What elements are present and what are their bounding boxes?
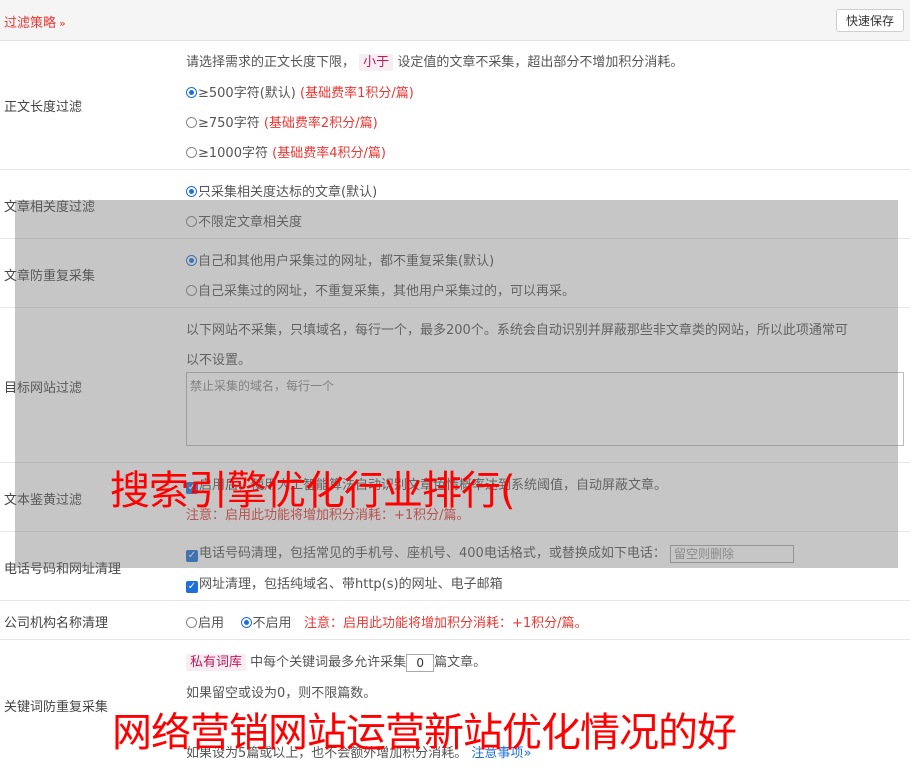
less-than-tag: 小于	[359, 54, 394, 71]
watermark-text-middle: 搜索引擎优化行业排行(	[110, 468, 516, 514]
length-filter-desc: 请选择需求的正文长度下限， 小于 设定值的文章不采集，超出部分不增加积分消耗。	[186, 51, 684, 71]
chevron-down-icon: »	[59, 17, 66, 30]
length-option-1000[interactable]: ≥1000字符 (基础费率4积分/篇)	[186, 142, 386, 161]
option-note: (基础费率2积分/篇)	[263, 116, 378, 131]
keyword-dedup-label: 关键词防重复采集	[4, 700, 109, 715]
keyword-dedup-line1: 私有词库 中每个关键词最多允许采集 0 篇文章。	[186, 651, 486, 672]
option-note: (基础费率4积分/篇)	[272, 146, 386, 161]
relevance-option-1[interactable]: 只采集相关度达标的文章(默认)	[186, 181, 377, 200]
length-filter-label: 正文长度过滤	[4, 100, 83, 115]
length-option-750[interactable]: ≥750字符 (基础费率2积分/篇)	[186, 112, 378, 131]
checkbox-checked-icon[interactable]: ✓	[186, 581, 198, 593]
option-label: 网址清理，包括纯域名、带http(s)的网址、电子邮箱	[199, 577, 503, 592]
org-enable-option[interactable]: 启用	[186, 616, 224, 631]
url-clean-option[interactable]: ✓ 网址清理，包括纯域名、带http(s)的网址、电子邮箱	[186, 573, 503, 593]
radio-selected-icon[interactable]	[186, 186, 197, 197]
option-label: 只采集相关度达标的文章(默认)	[198, 185, 378, 200]
desc-text: 请选择需求的正文长度下限，	[186, 55, 356, 70]
desc-text: 篇文章。	[434, 655, 487, 670]
org-clean-options: 启用 不启用 注意：启用此功能将增加积分消耗：+1积分/篇。	[186, 612, 588, 631]
option-note: (基础费率1积分/篇)	[300, 86, 414, 101]
quick-save-button[interactable]: 快速保存	[836, 9, 904, 32]
private-lexicon-tag: 私有词库	[186, 654, 247, 671]
filter-strategy-header: 过滤策略» 快速保存	[0, 0, 910, 41]
desc-text: 中每个关键词最多允许采集	[250, 655, 407, 670]
org-clean-note: 注意：启用此功能将增加积分消耗：+1积分/篇。	[303, 616, 588, 631]
option-label: 不启用	[252, 616, 292, 631]
radio-selected-icon[interactable]	[186, 87, 197, 98]
option-label: ≥1000字符	[198, 146, 268, 161]
radio-icon[interactable]	[186, 147, 197, 158]
desc-text: 设定值的文章不采集，超出部分不增加积分消耗。	[397, 55, 684, 70]
option-label: ≥500字符(默认)	[198, 86, 296, 101]
radio-selected-icon[interactable]	[240, 617, 252, 628]
section-title-text: 过滤策略	[4, 16, 57, 31]
option-label: 启用	[198, 616, 225, 631]
option-label: ≥750字符	[198, 116, 260, 131]
org-clean-label: 公司机构名称清理	[4, 616, 109, 631]
length-option-500[interactable]: ≥500字符(默认) (基础费率1积分/篇)	[186, 82, 414, 101]
radio-icon[interactable]	[186, 117, 197, 128]
section-title[interactable]: 过滤策略»	[4, 12, 66, 31]
watermark-text-bottom: 网络营销网站运营新站优化情况的好	[112, 710, 737, 756]
max-articles-input[interactable]: 0	[406, 653, 435, 672]
org-disable-option[interactable]: 不启用	[240, 616, 292, 631]
keyword-dedup-line2: 如果留空或设为0，则不限篇数。	[186, 686, 377, 701]
radio-icon[interactable]	[186, 617, 197, 628]
